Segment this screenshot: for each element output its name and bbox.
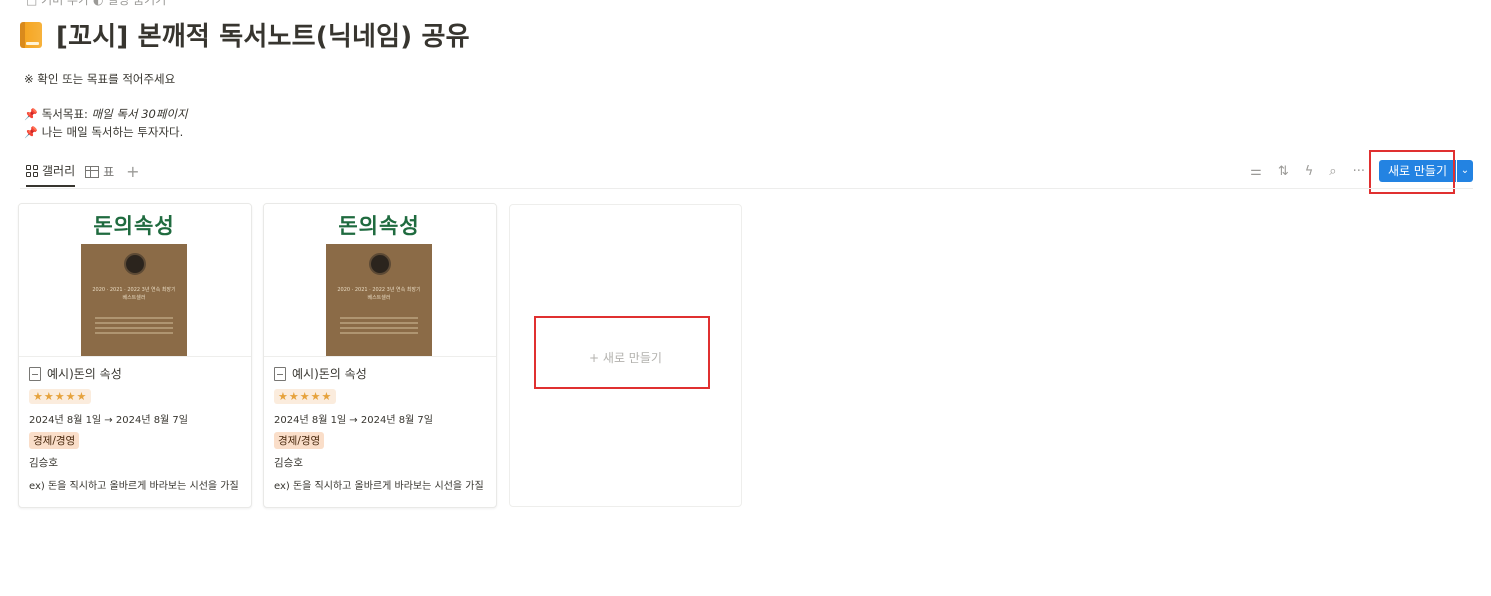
motto-text: 나는 매일 독서하는 투자자다. (41, 125, 184, 139)
goal-value: 매일 독서 30페이지 (91, 107, 188, 121)
view-tabs: 갤러리 표 + (26, 162, 140, 187)
gallery-grid-icon (26, 164, 38, 177)
card-title[interactable]: 예시)돈의 속성 (274, 365, 486, 382)
book-cover-title: 돈의속성 (93, 214, 175, 238)
author: 김승호 (29, 457, 58, 469)
search-icon[interactable]: ⌕ (1329, 164, 1336, 179)
card-title-text: 예시)돈의 속성 (47, 367, 122, 381)
tab-gallery-label: 갤러리 (42, 164, 76, 178)
rating-stars: ★★★★★ (29, 389, 92, 404)
book-cover-text: 2020 · 2021 · 2022 3년 연속 최장기 베스트셀러 (337, 287, 421, 301)
card-note: ex) 돈을 직시하고 올바르게 바라보는 시선을 가질 (274, 481, 484, 492)
card-cover: 돈의속성 2020 · 2021 · 2022 3년 연속 최장기 베스트셀러 (264, 204, 496, 357)
gallery-card[interactable]: 돈의속성 2020 · 2021 · 2022 3년 연속 최장기 베스트셀러 … (18, 203, 252, 508)
page-top-controls[interactable]: □ 커버 추가 ◐ 설명 숨기기 (26, 0, 166, 8)
card-cover: 돈의속성 2020 · 2021 · 2022 3년 연속 최장기 베스트셀러 (19, 204, 251, 357)
sort-icon[interactable]: ⇅ (1278, 164, 1289, 179)
new-button[interactable]: 새로 만들기 (1378, 160, 1456, 182)
new-card-placeholder[interactable]: + 새로 만들기 (509, 204, 742, 507)
add-view-button[interactable]: + (126, 162, 139, 181)
page-doc-icon (274, 366, 286, 381)
card-title-text: 예시)돈의 속성 (292, 367, 367, 381)
rating-stars: ★★★★★ (274, 389, 337, 404)
author: 김승호 (274, 457, 303, 469)
description-line-1: ※ 확인 또는 목표를 적어주세요 (24, 72, 176, 86)
divider (20, 188, 1473, 189)
filter-icon[interactable]: ⚌ (1250, 164, 1262, 179)
pushpin-icon: 📌 (24, 108, 38, 121)
more-options-icon[interactable]: ··· (1353, 164, 1365, 179)
card-note: ex) 돈을 직시하고 올바르게 바라보는 시선을 가질 (29, 481, 239, 492)
book-cover-image: 돈의속성 2020 · 2021 · 2022 3년 연속 최장기 베스트셀러 (81, 204, 187, 356)
date-range: 2024년 8월 1일 → 2024년 8월 7일 (29, 415, 188, 426)
lightning-icon[interactable]: ϟ (1305, 164, 1314, 179)
tab-table-label: 표 (103, 165, 115, 179)
book-cover-image: 돈의속성 2020 · 2021 · 2022 3년 연속 최장기 베스트셀러 (326, 204, 432, 356)
card-title[interactable]: 예시)돈의 속성 (29, 365, 241, 382)
page-doc-icon (29, 366, 41, 381)
orange-book-icon[interactable] (20, 21, 42, 48)
category-tag: 경제/경영 (29, 432, 80, 449)
goal-label: 독서목표: (41, 107, 92, 121)
pushpin-icon: 📌 (24, 126, 38, 139)
database-toolbar: ⚌ ⇅ ϟ ⌕ ··· 새로 만들기 ⌄ (1234, 160, 1473, 182)
new-card-label[interactable]: + 새로 만들기 (589, 349, 662, 366)
description-line-3: 📌 나는 매일 독서하는 투자자다. (24, 124, 183, 140)
date-range: 2024년 8월 1일 → 2024년 8월 7일 (274, 415, 433, 426)
book-cover-text: 2020 · 2021 · 2022 3년 연속 최장기 베스트셀러 (92, 287, 176, 301)
description-line-goal: 📌 독서목표: 매일 독서 30페이지 (24, 106, 188, 122)
page-header: [꼬시] 본깨적 독서노트(닉네임) 공유 (20, 16, 470, 53)
book-cover-title: 돈의속성 (338, 214, 420, 238)
tab-gallery[interactable]: 갤러리 (26, 162, 76, 187)
chevron-down-icon[interactable]: ⌄ (1457, 160, 1473, 182)
page-title: [꼬시] 본깨적 독서노트(닉네임) 공유 (56, 22, 470, 52)
tab-table[interactable]: 표 (85, 163, 114, 186)
category-tag: 경제/경영 (274, 432, 325, 449)
table-icon (85, 165, 100, 178)
gallery-card[interactable]: 돈의속성 2020 · 2021 · 2022 3년 연속 최장기 베스트셀러 … (263, 203, 497, 508)
